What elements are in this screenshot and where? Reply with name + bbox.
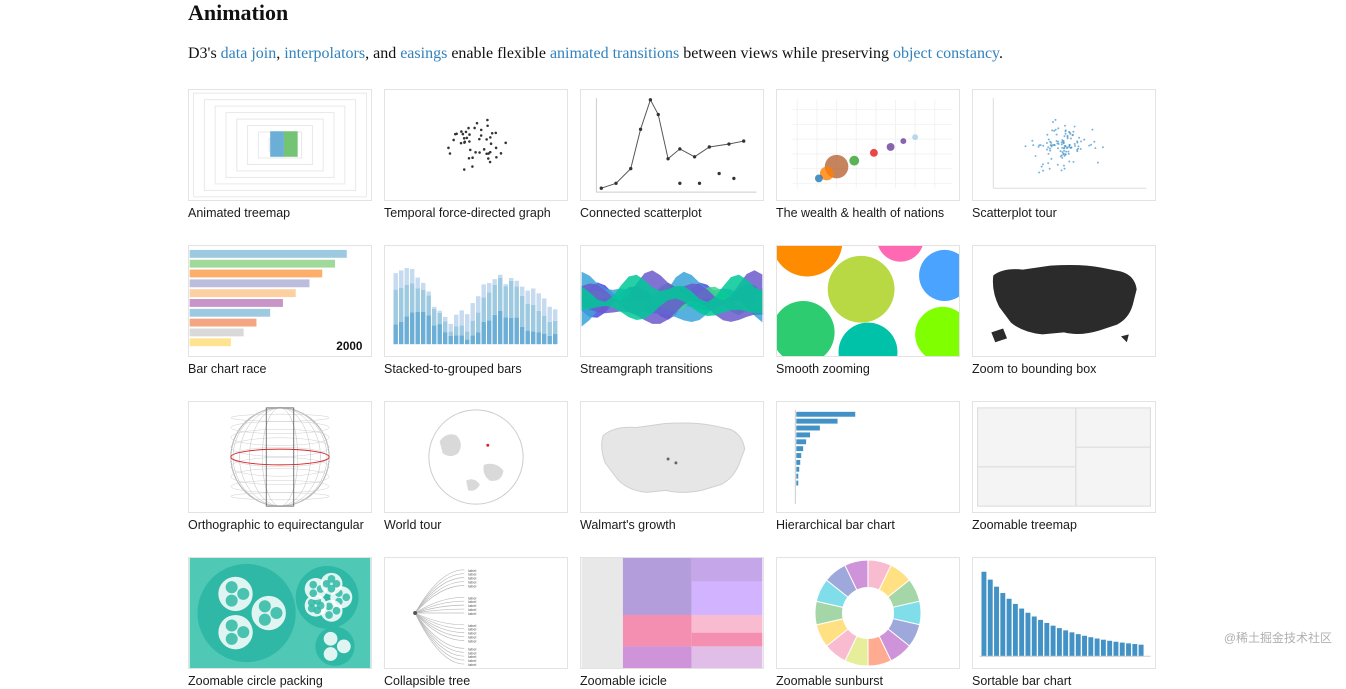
example-card[interactable]: Walmart's growth <box>580 401 764 533</box>
example-thumbnail[interactable] <box>384 89 568 201</box>
example-card[interactable]: Streamgraph transitions <box>580 245 764 377</box>
example-thumbnail[interactable] <box>776 89 960 201</box>
example-card[interactable]: 2000 Bar chart race <box>188 245 372 377</box>
example-thumbnail[interactable] <box>580 401 764 513</box>
example-thumbnail[interactable] <box>776 401 960 513</box>
example-caption: Temporal force-directed graph <box>384 206 568 221</box>
link-data-join[interactable]: data join <box>221 45 277 62</box>
example-caption: Hierarchical bar chart <box>776 518 960 533</box>
example-caption: Zoomable circle packing <box>188 674 372 689</box>
example-caption: Zoomable icicle <box>580 674 764 689</box>
link-object-constancy[interactable]: object constancy <box>893 45 999 62</box>
example-card[interactable]: Scatterplot tour <box>972 89 1156 221</box>
section-description: D3's data join, interpolators, and easin… <box>188 42 1158 67</box>
example-card[interactable]: Orthographic to equirectangular <box>188 401 372 533</box>
example-card[interactable]: Zoomable circle packing <box>188 557 372 689</box>
example-thumbnail[interactable] <box>972 401 1156 513</box>
example-caption: Zoomable sunburst <box>776 674 960 689</box>
svg-text:2000: 2000 <box>336 340 363 353</box>
example-thumbnail[interactable] <box>384 245 568 357</box>
example-card[interactable]: World tour <box>384 401 568 533</box>
svg-text:label: label <box>468 583 476 588</box>
link-interpolators[interactable]: interpolators <box>284 45 365 62</box>
section-title: Animation <box>188 0 1158 26</box>
example-card[interactable]: Stacked-to-grouped bars <box>384 245 568 377</box>
example-caption: Zoomable treemap <box>972 518 1156 533</box>
example-thumbnail[interactable]: 2000 <box>188 245 372 357</box>
example-caption: Orthographic to equirectangular <box>188 518 372 533</box>
example-caption: Sortable bar chart <box>972 674 1156 689</box>
example-thumbnail[interactable] <box>776 245 960 357</box>
example-caption: World tour <box>384 518 568 533</box>
example-card[interactable]: Sortable bar chart <box>972 557 1156 689</box>
example-caption: Streamgraph transitions <box>580 362 764 377</box>
example-thumbnail[interactable] <box>972 89 1156 201</box>
example-card[interactable]: Zoom to bounding box <box>972 245 1156 377</box>
example-card[interactable]: The wealth & health of nations <box>776 89 960 221</box>
example-card[interactable]: Hierarchical bar chart <box>776 401 960 533</box>
example-caption: The wealth & health of nations <box>776 206 960 221</box>
example-caption: Connected scatterplot <box>580 206 764 221</box>
example-thumbnail[interactable] <box>776 557 960 669</box>
example-card[interactable]: Zoomable treemap <box>972 401 1156 533</box>
example-card[interactable]: Smooth zooming <box>776 245 960 377</box>
example-caption: Walmart's growth <box>580 518 764 533</box>
example-caption: Animated treemap <box>188 206 372 221</box>
example-caption: Collapsible tree <box>384 674 568 689</box>
desc-text: , and <box>365 45 400 62</box>
desc-text: enable flexible <box>447 45 550 62</box>
svg-text:label: label <box>468 662 476 667</box>
desc-text: . <box>999 45 1003 62</box>
example-thumbnail[interactable] <box>580 245 764 357</box>
examples-grid: Animated treemap Temporal force-directed … <box>188 89 1158 689</box>
svg-text:label: label <box>468 611 476 616</box>
example-card[interactable]: Temporal force-directed graph <box>384 89 568 221</box>
example-caption: Scatterplot tour <box>972 206 1156 221</box>
example-thumbnail[interactable] <box>972 557 1156 669</box>
example-caption: Bar chart race <box>188 362 372 377</box>
example-caption: Zoom to bounding box <box>972 362 1156 377</box>
example-thumbnail[interactable] <box>188 401 372 513</box>
example-thumbnail[interactable]: labellabellabellabellabellabellabellabel… <box>384 557 568 669</box>
link-animated-transitions[interactable]: animated transitions <box>550 45 679 62</box>
example-card[interactable]: Zoomable icicle <box>580 557 764 689</box>
desc-text: between views while preserving <box>679 45 893 62</box>
example-card[interactable]: Connected scatterplot <box>580 89 764 221</box>
example-thumbnail[interactable] <box>188 89 372 201</box>
watermark: @稀土掘金技术社区 <box>1224 629 1332 646</box>
example-card[interactable]: Zoomable sunburst <box>776 557 960 689</box>
link-easings[interactable]: easings <box>400 45 447 62</box>
example-caption: Smooth zooming <box>776 362 960 377</box>
example-thumbnail[interactable] <box>188 557 372 669</box>
example-card[interactable]: Animated treemap <box>188 89 372 221</box>
example-card[interactable]: labellabellabellabellabellabellabellabel… <box>384 557 568 689</box>
example-caption: Stacked-to-grouped bars <box>384 362 568 377</box>
desc-text: D3's <box>188 45 221 62</box>
example-thumbnail[interactable] <box>972 245 1156 357</box>
svg-text:label: label <box>468 638 476 643</box>
example-thumbnail[interactable] <box>384 401 568 513</box>
example-thumbnail[interactable] <box>580 557 764 669</box>
example-thumbnail[interactable] <box>580 89 764 201</box>
